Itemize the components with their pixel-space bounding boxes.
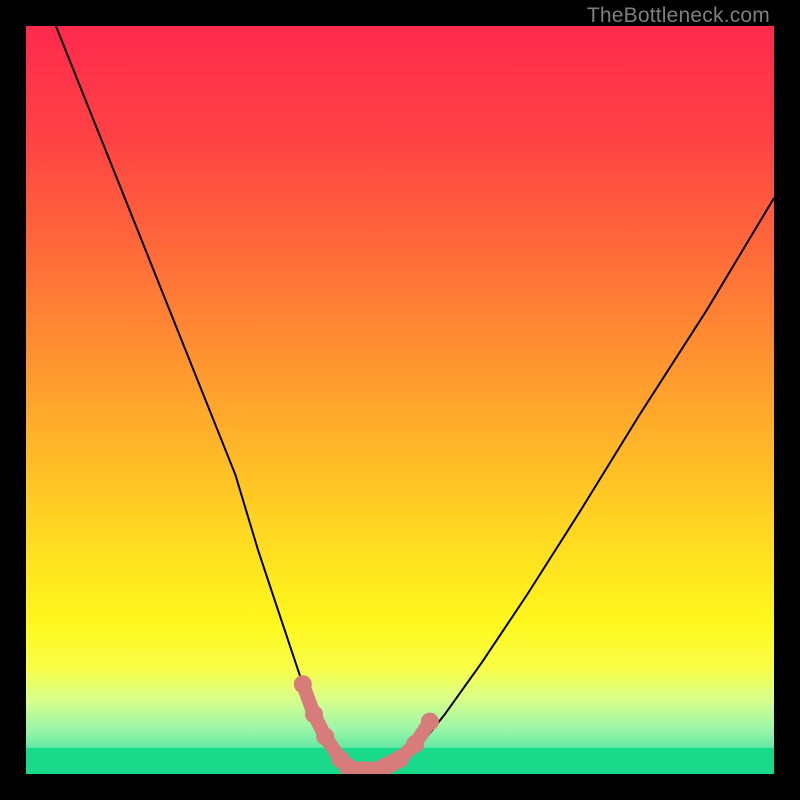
watermark-text: TheBottleneck.com — [587, 4, 770, 28]
bottleneck-chart — [26, 26, 774, 774]
gradient-background — [26, 26, 774, 774]
chart-frame — [26, 26, 774, 774]
